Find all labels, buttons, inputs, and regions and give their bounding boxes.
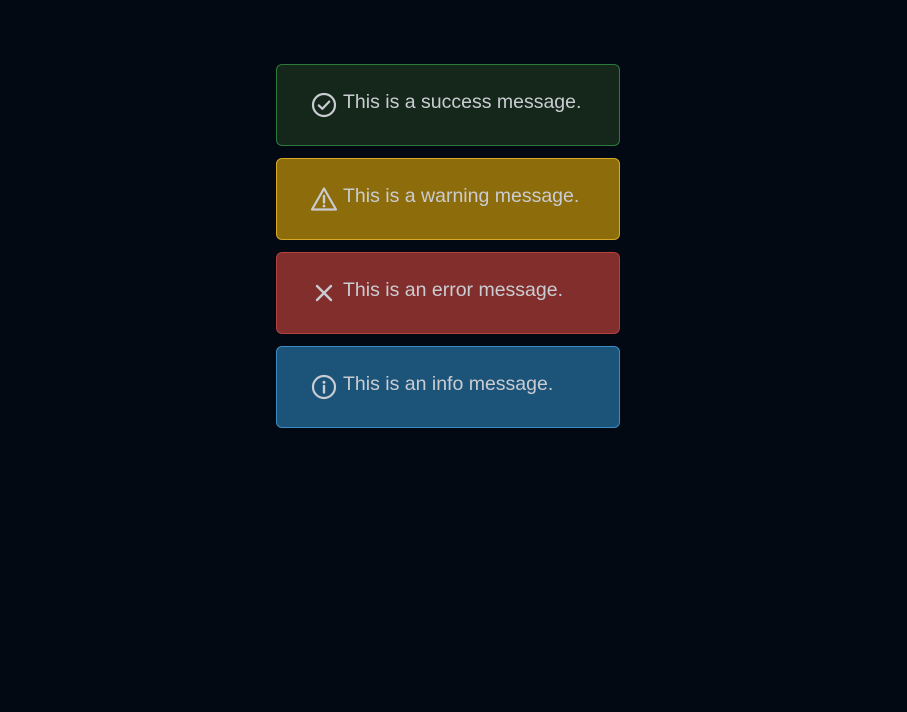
close-x-icon [310, 279, 338, 307]
alert-error: This is an error message. [276, 252, 620, 334]
info-circle-icon [310, 373, 338, 401]
alert-message: This is a success message. [343, 91, 582, 114]
warning-triangle-icon [310, 185, 338, 213]
alert-warning: This is a warning message. [276, 158, 620, 240]
alert-info: This is an info message. [276, 346, 620, 428]
alert-message: This is an error message. [343, 279, 563, 302]
check-circle-icon [310, 91, 338, 119]
alert-stack: This is a success message. This is a war… [276, 64, 620, 428]
alert-message: This is a warning message. [343, 185, 580, 208]
alert-message: This is an info message. [343, 373, 554, 396]
alert-success: This is a success message. [276, 64, 620, 146]
